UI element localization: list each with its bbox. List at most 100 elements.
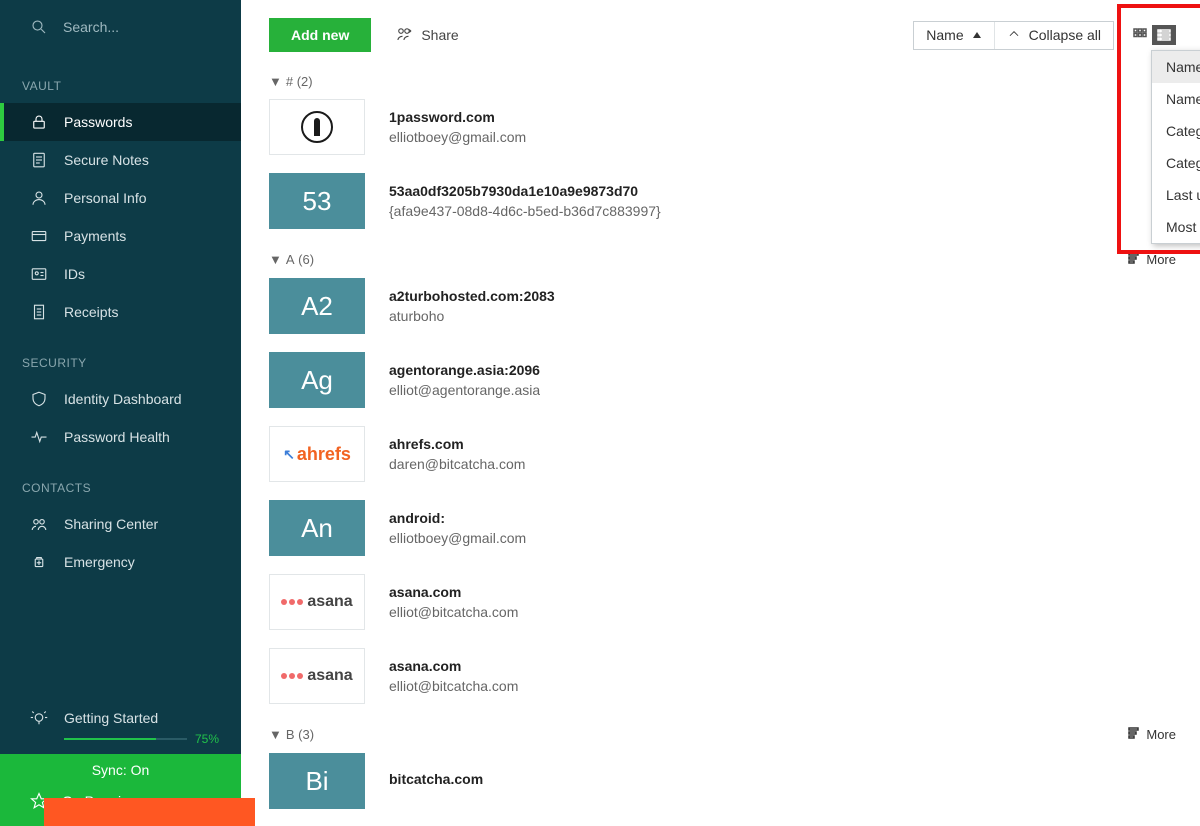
sort-option[interactable]: Category bbox=[1152, 115, 1200, 147]
sort-option[interactable]: Category (Reversed) bbox=[1152, 147, 1200, 179]
lightbulb-icon bbox=[30, 710, 48, 728]
entry-subtitle: elliot@bitcatcha.com bbox=[389, 678, 518, 694]
entry-thumb: An bbox=[269, 500, 365, 556]
sidebar-item-label: Personal Info bbox=[64, 190, 147, 206]
entry-title: agentorange.asia:2096 bbox=[389, 362, 540, 378]
sidebar-item-label: Sharing Center bbox=[64, 516, 158, 532]
toolbar: Add new Share Name bbox=[241, 0, 1200, 66]
sidebar-item-label: Emergency bbox=[64, 554, 135, 570]
sidebar-item-sharing-center[interactable]: Sharing Center bbox=[0, 505, 241, 543]
view-list-button[interactable] bbox=[1152, 25, 1176, 45]
add-new-button[interactable]: Add new bbox=[269, 18, 371, 52]
sidebar-item-payments[interactable]: Payments bbox=[0, 217, 241, 255]
view-toggle bbox=[1128, 25, 1176, 45]
sort-asc-icon bbox=[972, 27, 982, 43]
sort-option[interactable]: Most used bbox=[1152, 211, 1200, 243]
sidebar-section-label: VAULT bbox=[0, 54, 241, 103]
more-label: More bbox=[1146, 727, 1176, 742]
group-key: B bbox=[286, 727, 298, 742]
sidebar-item-password-health[interactable]: Password Health bbox=[0, 418, 241, 456]
sort-dropdown: NameName (Reversed)CategoryCategory (Rev… bbox=[1151, 50, 1200, 244]
sort-button[interactable]: Name bbox=[914, 22, 994, 49]
sidebar-item-personal-info[interactable]: Personal Info bbox=[0, 179, 241, 217]
group-more[interactable]: More bbox=[1128, 251, 1176, 268]
sort-option[interactable]: Last used bbox=[1152, 179, 1200, 211]
group-count: (6) bbox=[298, 252, 314, 267]
collapse-triangle-icon: ▼ bbox=[269, 74, 282, 89]
entry-row[interactable]: asana asana.com elliot@bitcatcha.com bbox=[269, 574, 1176, 630]
entry-subtitle: elliot@bitcatcha.com bbox=[389, 604, 518, 620]
entry-title: asana.com bbox=[389, 584, 518, 600]
group-header[interactable]: ▼ A (6) More bbox=[269, 243, 1176, 278]
collapse-triangle-icon: ▼ bbox=[269, 252, 282, 267]
search-input[interactable] bbox=[63, 19, 183, 35]
search-icon bbox=[30, 18, 48, 36]
sidebar: VAULTPasswords Secure Notes Personal Info P… bbox=[0, 0, 241, 826]
sidebar-section-label: SECURITY bbox=[0, 331, 241, 380]
entry-subtitle: daren@bitcatcha.com bbox=[389, 456, 525, 472]
entry-subtitle: aturboho bbox=[389, 308, 555, 324]
entry-row[interactable]: Agagentorange.asia:2096elliot@agentorang… bbox=[269, 352, 1176, 408]
getting-started-label: Getting Started bbox=[64, 710, 219, 726]
sidebar-item-passwords[interactable]: Passwords bbox=[0, 103, 241, 141]
sidebar-item-receipts[interactable]: Receipts bbox=[0, 293, 241, 331]
entry-row[interactable]: 5353aa0df3205b7930da1e10a9e9873d70{afa9e… bbox=[269, 173, 1176, 229]
getting-started[interactable]: Getting Started 75% bbox=[0, 696, 241, 754]
entry-thumb: asana bbox=[269, 574, 365, 630]
sidebar-item-emergency[interactable]: Emergency bbox=[0, 543, 241, 581]
sidebar-item-label: IDs bbox=[64, 266, 85, 282]
entry-title: ahrefs.com bbox=[389, 436, 525, 452]
entry-row[interactable]: 1password.com elliotboey@gmail.com bbox=[269, 99, 1176, 155]
sort-label: Name bbox=[926, 27, 963, 43]
orange-banner bbox=[44, 798, 255, 826]
collapse-triangle-icon: ▼ bbox=[269, 727, 282, 742]
collapse-all-button[interactable]: Collapse all bbox=[995, 22, 1113, 49]
shield-icon bbox=[30, 390, 48, 408]
sidebar-item-secure-notes[interactable]: Secure Notes bbox=[0, 141, 241, 179]
pulse-icon bbox=[30, 428, 48, 446]
entry-row[interactable]: asana asana.com elliot@bitcatcha.com bbox=[269, 648, 1176, 704]
progress-percent: 75% bbox=[195, 732, 219, 746]
sync-status[interactable]: Sync: On bbox=[0, 754, 241, 784]
share-button[interactable]: Share bbox=[395, 25, 458, 46]
entry-thumb: A2 bbox=[269, 278, 365, 334]
entry-row[interactable]: A2a2turbohosted.com:2083aturboho bbox=[269, 278, 1176, 334]
card-icon bbox=[30, 227, 48, 245]
view-grid-button[interactable] bbox=[1128, 25, 1152, 45]
sort-option[interactable]: Name bbox=[1152, 51, 1200, 83]
more-icon bbox=[1128, 251, 1142, 268]
more-label: More bbox=[1146, 252, 1176, 267]
group-key: # bbox=[286, 74, 297, 89]
entry-subtitle: {afa9e437-08d8-4d6c-b5ed-b36d7c883997} bbox=[389, 203, 661, 219]
entry-title: android: bbox=[389, 510, 526, 526]
entry-title: 1password.com bbox=[389, 109, 526, 125]
entry-thumb: asana bbox=[269, 648, 365, 704]
main: Add new Share Name bbox=[241, 0, 1200, 826]
group-header[interactable]: ▼# (2) bbox=[269, 66, 1176, 99]
share-label: Share bbox=[421, 27, 458, 43]
group-more[interactable]: More bbox=[1128, 726, 1176, 743]
entry-subtitle: elliotboey@gmail.com bbox=[389, 530, 526, 546]
entry-subtitle: elliotboey@gmail.com bbox=[389, 129, 526, 145]
people-icon bbox=[30, 515, 48, 533]
entry-row[interactable]: An android: elliotboey@gmail.com bbox=[269, 500, 1176, 556]
entry-title: 53aa0df3205b7930da1e10a9e9873d70 bbox=[389, 183, 661, 199]
search-row[interactable] bbox=[0, 0, 241, 54]
sidebar-item-label: Secure Notes bbox=[64, 152, 149, 168]
group-key: A bbox=[286, 252, 298, 267]
sidebar-item-label: Receipts bbox=[64, 304, 118, 320]
receipt-icon bbox=[30, 303, 48, 321]
entry-title: asana.com bbox=[389, 658, 518, 674]
lock-icon bbox=[30, 113, 48, 131]
entry-thumb: ↖ahrefs bbox=[269, 426, 365, 482]
sidebar-item-label: Identity Dashboard bbox=[64, 391, 182, 407]
sidebar-item-label: Payments bbox=[64, 228, 126, 244]
group-count: (3) bbox=[298, 727, 314, 742]
group-header[interactable]: ▼ B (3) More bbox=[269, 718, 1176, 753]
sidebar-item-identity-dashboard[interactable]: Identity Dashboard bbox=[0, 380, 241, 418]
entry-row[interactable]: Bibitcatcha.com bbox=[269, 753, 1176, 809]
entry-row[interactable]: ↖ahrefs ahrefs.com daren@bitcatcha.com bbox=[269, 426, 1176, 482]
sort-option[interactable]: Name (Reversed) bbox=[1152, 83, 1200, 115]
sidebar-item-ids[interactable]: IDs bbox=[0, 255, 241, 293]
sidebar-section-label: CONTACTS bbox=[0, 456, 241, 505]
